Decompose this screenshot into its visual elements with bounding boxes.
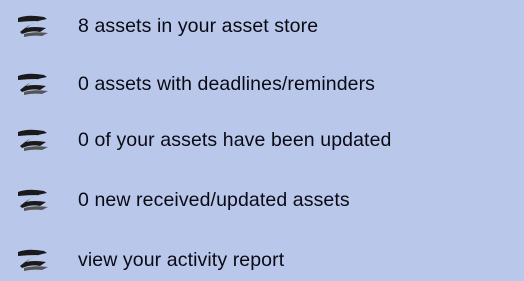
list-item-deadlines[interactable]: 0 assets with deadlines/reminders [0, 64, 524, 104]
asset-summary-panel: 8 assets in your asset store 0 assets wi… [0, 0, 524, 281]
list-item-updated-assets[interactable]: 0 of your assets have been updated [0, 120, 524, 160]
list-item-label[interactable]: 0 new received/updated assets [78, 189, 350, 212]
z-bullet-icon [14, 12, 54, 40]
z-bullet-icon [14, 186, 54, 214]
z-bullet-icon [14, 246, 54, 274]
list-item-new-received[interactable]: 0 new received/updated assets [0, 180, 524, 220]
list-item-label[interactable]: 0 of your assets have been updated [78, 129, 391, 152]
list-item-asset-store[interactable]: 8 assets in your asset store [0, 6, 524, 46]
list-item-label[interactable]: 8 assets in your asset store [78, 15, 318, 38]
list-item-label[interactable]: 0 assets with deadlines/reminders [78, 73, 375, 96]
z-bullet-icon [14, 126, 54, 154]
list-item-label[interactable]: view your activity report [78, 249, 284, 272]
list-item-activity-report[interactable]: view your activity report [0, 240, 524, 280]
z-bullet-icon [14, 70, 54, 98]
